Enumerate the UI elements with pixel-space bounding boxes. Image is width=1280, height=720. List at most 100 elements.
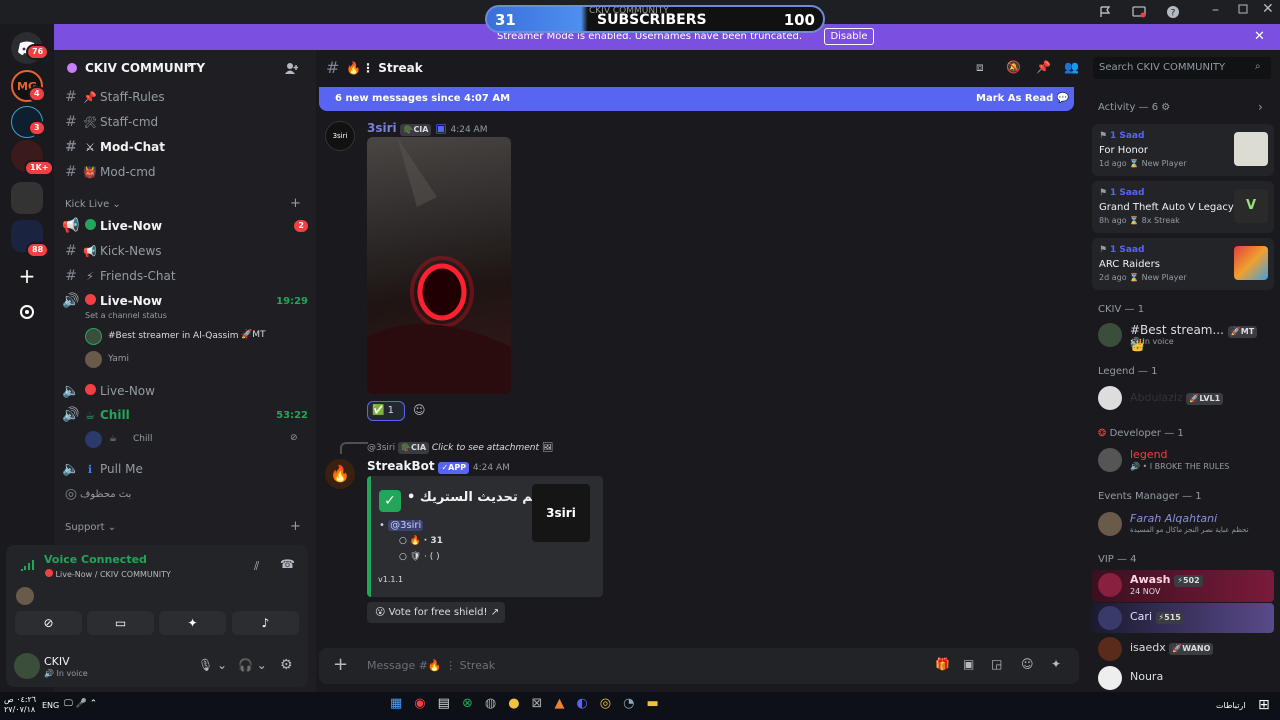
voice-user-2[interactable]: Yami bbox=[85, 351, 300, 369]
threads-icon[interactable]: ⧈ bbox=[976, 60, 984, 75]
channel-mod-chat[interactable]: # ⚔ Mod-Chat bbox=[62, 136, 308, 158]
sticker-icon[interactable]: ◲ bbox=[991, 657, 1002, 671]
steam-icon[interactable]: ◔ bbox=[623, 696, 634, 716]
chevron-right-icon[interactable]: › bbox=[1258, 100, 1263, 114]
avatar[interactable] bbox=[16, 587, 34, 605]
camera-off-icon: ⊘ bbox=[43, 616, 54, 630]
channel-friends-chat[interactable]: # ⚡ Friends-Chat bbox=[62, 265, 308, 287]
add-server-icon[interactable]: + bbox=[11, 260, 43, 292]
channel-live-now[interactable]: 📢 Live-Now 2 bbox=[62, 215, 308, 237]
inbox-icon[interactable] bbox=[1098, 5, 1112, 19]
channel-staff-cmd[interactable]: # 🛠 Staff-cmd bbox=[62, 111, 308, 133]
screen-share-button[interactable]: ▭ bbox=[87, 611, 154, 635]
activity-card[interactable]: ⚑ 1 Saad ARC Raiders 2d ago ⌛ New Player bbox=[1092, 238, 1274, 290]
camera-off-button[interactable]: ⊘ bbox=[15, 611, 82, 635]
new-messages-bar[interactable]: 6 new messages since 4:07 AM Mark As Rea… bbox=[319, 87, 1074, 111]
network-label[interactable]: ارتباطات bbox=[1216, 701, 1246, 710]
voice-connected-status[interactable]: Voice Connected bbox=[44, 553, 147, 566]
invite-icon[interactable] bbox=[284, 62, 298, 75]
reply-preview[interactable]: @3siri 🪖CIA Click to see attachment 🖼 bbox=[367, 442, 553, 454]
clock[interactable]: ٠٤:٢٦ ص ٢٧/٠٧/١٨ bbox=[4, 695, 36, 715]
voice-channel-live-now[interactable]: 🔊 Live-Now 19:29 bbox=[62, 290, 308, 312]
language-indicator[interactable]: ENG bbox=[42, 701, 59, 710]
vlc-icon[interactable]: ▲ bbox=[554, 696, 564, 716]
apps-icon[interactable]: ✦ bbox=[1051, 657, 1061, 671]
author-name[interactable]: 3siri bbox=[367, 121, 397, 135]
member-legend-dev[interactable]: legend 🔊 • I BROKE THE RULES bbox=[1092, 445, 1274, 475]
set-channel-status[interactable]: Set a channel status bbox=[85, 311, 167, 320]
settings-gear-icon[interactable]: ⚙ bbox=[280, 657, 293, 673]
activities-button[interactable]: ✦ bbox=[159, 611, 226, 635]
terminal-icon[interactable]: ⊠ bbox=[532, 696, 543, 716]
reaction-check[interactable]: ✅ 1 bbox=[367, 401, 405, 421]
search-box[interactable]: Search CKIV COMMUNITY ⌕ bbox=[1093, 57, 1271, 79]
opera-icon[interactable]: ◉ bbox=[414, 696, 425, 716]
author-avatar[interactable]: 3siri bbox=[325, 121, 355, 151]
chat-app-icon[interactable]: ● bbox=[508, 696, 519, 716]
emoji-icon[interactable]: ☺ bbox=[1021, 657, 1034, 671]
store-icon[interactable]: ▦ bbox=[390, 696, 402, 716]
soundboard-button[interactable]: ♪ bbox=[232, 611, 299, 635]
attachment-image[interactable] bbox=[367, 137, 511, 394]
monitor-icon[interactable] bbox=[1132, 5, 1146, 19]
minimize-icon[interactable]: – bbox=[1212, 2, 1219, 18]
member-vip[interactable]: isaedx 🚀WANO bbox=[1092, 634, 1274, 664]
embed-mention[interactable]: • @3siri bbox=[379, 520, 424, 531]
voice-channel-chill[interactable]: 🔊 ☕ Chill 53:22 bbox=[62, 404, 308, 426]
start-icon[interactable]: ⊞ bbox=[1258, 697, 1270, 713]
upload-plus-icon[interactable]: + bbox=[333, 654, 348, 675]
voice-channel-live-now-2[interactable]: 🔈 Live-Now bbox=[62, 380, 308, 402]
message-input[interactable]: Message #🔥 ⋮ Streak bbox=[367, 659, 495, 672]
author-name[interactable]: StreakBot bbox=[367, 459, 435, 473]
chrome-icon[interactable]: ◎ bbox=[600, 696, 611, 716]
member-farah[interactable]: Farah Alqahtani تحظم عباية نصر النجز ماك… bbox=[1092, 509, 1274, 539]
microphone-icon[interactable]: 🎙 ⌄ bbox=[198, 658, 227, 672]
user-avatar[interactable] bbox=[14, 653, 40, 679]
activity-card[interactable]: ⚑ 1 Saad Grand Theft Auto V Legacy 8h ag… bbox=[1092, 181, 1274, 233]
help-icon[interactable]: ? bbox=[1166, 5, 1180, 19]
member-vip[interactable]: Cari ⚡515 bbox=[1092, 603, 1274, 633]
explorer-icon[interactable]: ▤ bbox=[438, 696, 450, 716]
discover-icon[interactable] bbox=[11, 296, 43, 328]
discord-taskbar-icon[interactable]: ◐ bbox=[576, 696, 587, 716]
headphones-icon[interactable]: 🎧 ⌄ bbox=[238, 658, 267, 672]
channel-mod-cmd[interactable]: # 👹 Mod-cmd bbox=[62, 161, 308, 183]
member-vip[interactable]: Noura bbox=[1092, 663, 1274, 693]
maximize-icon[interactable] bbox=[1238, 4, 1248, 14]
close-window-icon[interactable]: ✕ bbox=[1262, 1, 1274, 17]
noise-suppression-icon[interactable]: ⫽ bbox=[254, 559, 259, 574]
app-icon[interactable]: ◍ bbox=[485, 696, 496, 716]
voice-user-chill[interactable]: ☕ Chill ⊘ bbox=[85, 431, 300, 449]
member-ckiv[interactable]: #Best stream... 🚀MT 👑 🔊 In voice bbox=[1092, 320, 1274, 352]
server-folder-1[interactable] bbox=[11, 182, 43, 214]
member-vip[interactable]: Awash ⚡502 24 NOV bbox=[1092, 570, 1274, 602]
channel-staff-rules[interactable]: # 📌 Staff-Rules bbox=[62, 86, 308, 108]
category-kick-live[interactable]: Kick Live ⌄ bbox=[65, 199, 121, 210]
disconnect-icon[interactable]: ☎ bbox=[280, 557, 295, 571]
member-legend[interactable]: Abdulaziz 🚀LVL1 bbox=[1092, 383, 1274, 413]
add-channel-icon[interactable]: + bbox=[290, 519, 301, 534]
channel-kick-news[interactable]: # 📢 Kick-News bbox=[62, 240, 308, 262]
folder-icon[interactable]: ▬ bbox=[646, 696, 658, 716]
disable-streamer-button[interactable]: Disable bbox=[824, 28, 874, 45]
close-banner-icon[interactable]: ✕ bbox=[1254, 29, 1265, 44]
vote-shield-button[interactable]: 😮 Vote for free shield! ↗ bbox=[367, 602, 505, 623]
voice-channel-pull-me[interactable]: 🔈 ℹ Pull Me bbox=[62, 458, 308, 480]
category-support[interactable]: Support ⌄ bbox=[65, 522, 116, 533]
gif-icon[interactable]: ▣ bbox=[963, 657, 974, 671]
tray-icons[interactable]: 🖵 🎤 ⌃ bbox=[64, 699, 97, 709]
guild-header[interactable]: CKIV COMMUNITY ⌄ bbox=[54, 56, 316, 82]
add-reaction-icon[interactable]: ☺ bbox=[413, 403, 426, 417]
stage-channel[interactable]: ◎ بث محظوف bbox=[62, 483, 308, 505]
activity-card[interactable]: ⚑ 1 Saad For Honor 1d ago ⌛ New Player bbox=[1092, 124, 1274, 176]
pin-icon[interactable]: 📌 bbox=[1036, 60, 1051, 74]
gift-icon[interactable]: 🎁 bbox=[935, 657, 950, 671]
voice-user-1[interactable]: #Best streamer in Al-Qassim 🚀MT bbox=[85, 328, 300, 346]
streakbot-avatar[interactable]: 🔥 bbox=[325, 459, 355, 489]
notification-off-icon[interactable]: 🔕 bbox=[1006, 60, 1021, 74]
xbox-icon[interactable]: ⊗ bbox=[462, 696, 473, 716]
member-list-icon[interactable]: 👥 bbox=[1064, 60, 1079, 74]
mark-as-read-button[interactable]: Mark As Read 💬 bbox=[976, 93, 1069, 104]
add-channel-icon[interactable]: + bbox=[290, 196, 301, 211]
search-input[interactable]: Search CKIV COMMUNITY bbox=[1099, 62, 1225, 73]
